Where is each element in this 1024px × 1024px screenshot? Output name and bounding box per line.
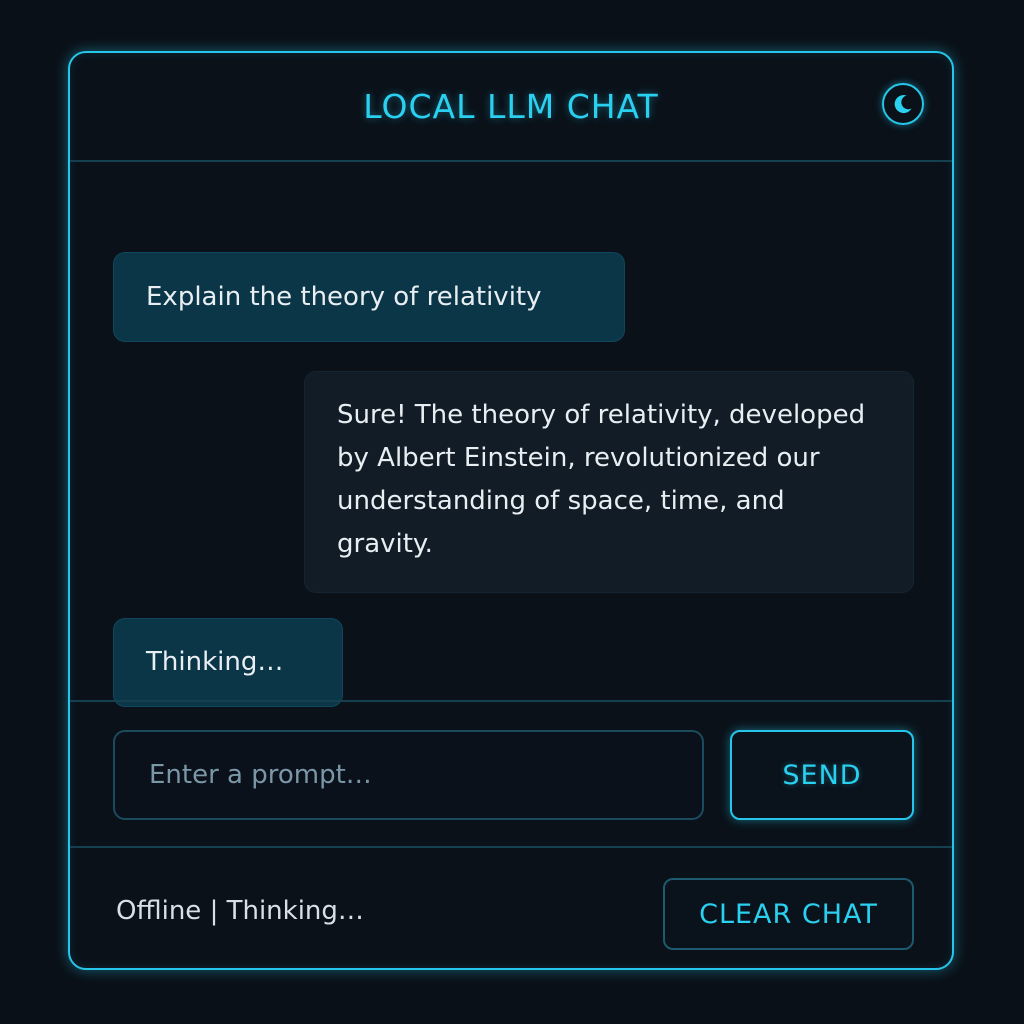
composer-bar: SEND (70, 700, 952, 848)
theme-toggle-button[interactable] (882, 83, 924, 125)
app-title: LOCAL LLM CHAT (363, 87, 659, 126)
chat-header: LOCAL LLM CHAT (70, 53, 952, 162)
thinking-message: Thinking… (113, 618, 343, 707)
send-button[interactable]: SEND (730, 730, 914, 820)
status-text: Offline | Thinking… (116, 896, 364, 926)
prompt-input[interactable] (113, 730, 704, 820)
user-message: Explain the theory of relativity (113, 252, 625, 342)
assistant-message: Sure! The theory of relativity, develope… (304, 371, 914, 593)
message-text: Thinking… (146, 647, 284, 677)
message-list: Explain the theory of relativity Sure! T… (70, 162, 952, 707)
moon-icon (894, 95, 912, 114)
clear-chat-button[interactable]: CLEAR CHAT (663, 878, 914, 950)
chat-window: LOCAL LLM CHAT Explain the theory of rel… (68, 51, 954, 970)
message-text: Explain the theory of relativity (146, 282, 542, 312)
message-text: Sure! The theory of relativity, develope… (337, 400, 866, 559)
chat-footer: Offline | Thinking… CLEAR CHAT (70, 848, 952, 970)
